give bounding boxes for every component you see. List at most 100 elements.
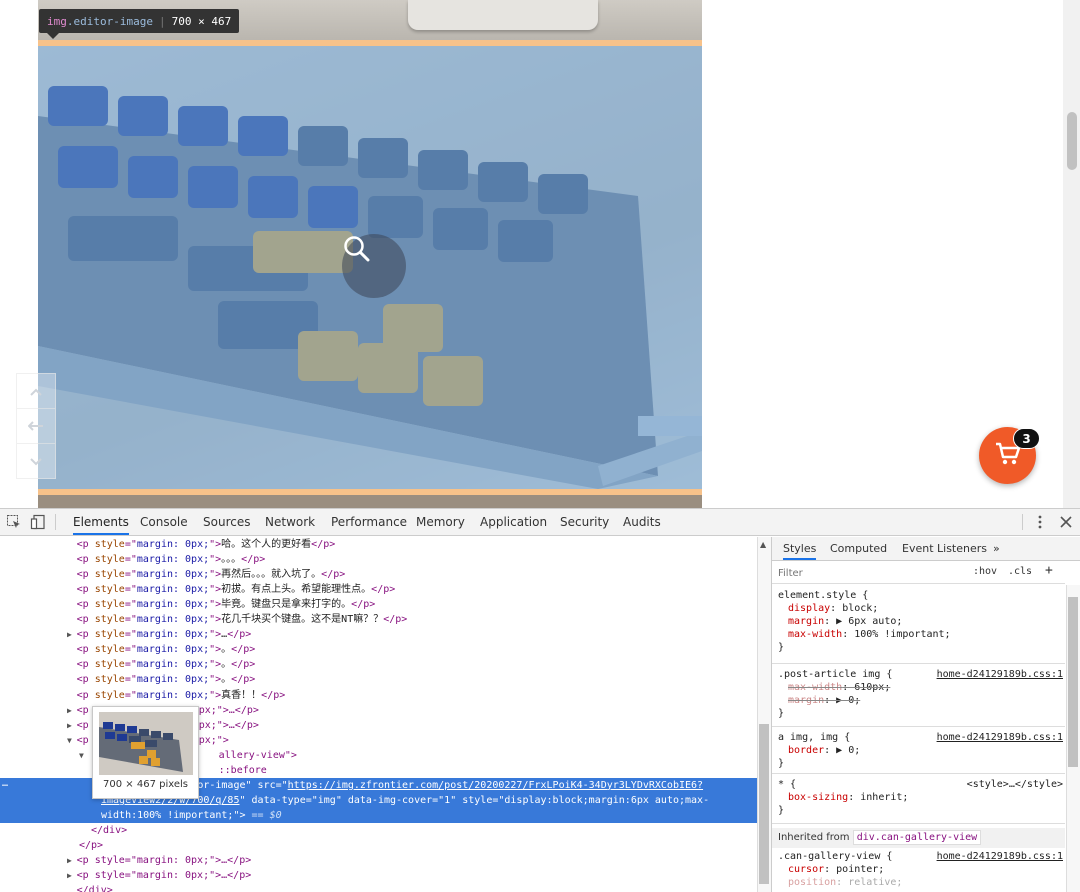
styles-filter-row: :hov .cls + <box>772 562 1065 584</box>
page-scrollbar-thumb[interactable] <box>1067 112 1077 170</box>
css-declaration[interactable]: margin: ▶ 0; <box>772 694 1065 707</box>
css-declaration[interactable]: box-sizing: inherit; <box>772 791 1065 804</box>
styles-pane: Styles Computed Event Listeners » :hov .… <box>771 537 1080 892</box>
close-icon[interactable] <box>1058 514 1074 530</box>
tab-network[interactable]: Network <box>265 509 315 535</box>
css-rule[interactable]: .post-article img {home-d24129189b.css:1… <box>772 664 1065 727</box>
image-src-link: https://img.zfrontier.com/post/20200227/… <box>287 779 704 791</box>
dom-text-5: 花几千块买个键盘。这不是NT嘛？？ <box>221 614 384 626</box>
cls-button[interactable]: .cls <box>1008 566 1032 577</box>
dom-node-line[interactable]: ▶ <p style="margin: 0px;">…</p> <box>0 627 757 642</box>
page-scrollbar[interactable] <box>1063 0 1080 508</box>
dom-node-line[interactable]: <p style="margin: 0px;">。</p> <box>0 642 757 657</box>
devtools-toolbar: Elements Console Sources Network Perform… <box>0 509 1080 536</box>
styles-filter-input[interactable] <box>776 565 961 581</box>
cart-count-badge: 3 <box>1013 428 1040 449</box>
css-rule-end: } <box>778 758 785 769</box>
css-source-link[interactable]: home-d24129189b.css:1 <box>937 731 1063 744</box>
css-declaration[interactable]: border: ▶ 0; <box>772 744 1065 757</box>
zoom-button[interactable] <box>342 234 406 298</box>
inspect-icon[interactable] <box>6 514 22 530</box>
dom-node-line[interactable]: ▶ <p style="margin: 0px;">…</p> <box>0 853 757 868</box>
tooltip-size: 700 × 467 <box>171 14 232 28</box>
tab-console[interactable]: Console <box>140 509 188 535</box>
page-viewport: img .editor-image | 700 × 467 3 <box>0 0 1080 508</box>
css-selector: a img, img {home-d24129189b.css:1 <box>778 731 1063 744</box>
css-declaration[interactable]: position: relative; <box>772 876 1065 889</box>
tab-styles[interactable]: Styles <box>783 537 817 560</box>
navigate-button[interactable] <box>17 409 55 444</box>
tab-sources[interactable]: Sources <box>203 509 250 535</box>
dom-text-10: 真香！！ <box>221 689 262 701</box>
elements-scrollbar-thumb[interactable] <box>759 724 769 884</box>
tab-event-listeners[interactable]: Event Listeners <box>902 537 987 560</box>
dom-node-line[interactable]: <p style="margin: 0px;">初拔。有点上头。希望能理性点。<… <box>0 582 757 597</box>
elements-scroll-up-arrow[interactable]: ▲ <box>760 540 766 549</box>
css-declaration[interactable]: max-width: 610px; <box>772 681 1065 694</box>
css-declaration[interactable]: margin: ▶ 6px auto; <box>772 615 1065 628</box>
dom-node-line[interactable]: <p style="margin: 0px;">真香！！</p> <box>0 688 757 703</box>
css-selector: .can-gallery-view {home-d24129189b.css:1 <box>778 850 1063 863</box>
preview-caption: 700 × 467 pixels <box>103 779 188 790</box>
device-toggle-icon[interactable] <box>30 514 46 530</box>
device-photo-edge <box>408 0 598 30</box>
scroll-down-button[interactable] <box>17 444 55 479</box>
css-rule[interactable]: * {<style>…</style> box-sizing: inherit;} <box>772 774 1065 824</box>
elements-tree[interactable]: <p style="margin: 0px;">哈。这个人的更好看</p> <p… <box>0 537 757 892</box>
css-selector: * {<style>…</style> <box>778 778 1063 791</box>
tab-computed[interactable]: Computed <box>830 537 887 560</box>
css-rule[interactable]: a img, img {home-d24129189b.css:1 border:… <box>772 727 1065 774</box>
dom-node-line[interactable]: <p style="margin: 0px;">。</p> <box>0 672 757 687</box>
scroll-up-button[interactable] <box>17 374 55 409</box>
styles-scrollbar-thumb[interactable] <box>1068 597 1078 767</box>
tab-performance[interactable]: Performance <box>331 509 407 535</box>
css-rule[interactable]: .can-gallery-view {home-d24129189b.css:1… <box>772 850 1065 892</box>
css-source-link[interactable]: home-d24129189b.css:1 <box>937 850 1063 863</box>
console-ref: == $0 <box>245 809 282 821</box>
tab-memory[interactable]: Memory <box>416 509 465 535</box>
tab-security[interactable]: Security <box>560 509 609 535</box>
chevron-down-icon <box>29 452 43 471</box>
dom-node-line[interactable]: </p> <box>0 838 757 853</box>
side-nav <box>16 373 56 479</box>
dom-text-7: 。 <box>221 644 232 656</box>
css-rule-end: } <box>778 708 785 719</box>
css-source-link[interactable]: home-d24129189b.css:1 <box>937 668 1063 681</box>
more-tabs-button[interactable]: » <box>993 537 1000 560</box>
tab-audits[interactable]: Audits <box>623 509 661 535</box>
dom-node-line[interactable]: ▶ <p style="margin: 0px;">…</p> <box>0 868 757 883</box>
css-declaration[interactable]: max-width: 100% !important; <box>772 628 1065 641</box>
inherited-element-chip[interactable]: div.can-gallery-view <box>852 830 982 845</box>
new-rule-button[interactable]: + <box>1045 563 1053 578</box>
dom-text-1: 。。。 <box>221 554 242 566</box>
arrows-icon <box>27 417 44 436</box>
dom-node-line[interactable]: <p style="margin: 0px;">毕竟。键盘只是拿来打字的。</p… <box>0 597 757 612</box>
hov-button[interactable]: :hov <box>973 566 997 577</box>
node-actions-dots[interactable]: … <box>2 778 8 789</box>
css-declaration[interactable]: display: block; <box>772 602 1065 615</box>
selected-img-node-end[interactable]: width:100% !important;"> == $0 <box>0 807 757 823</box>
inherited-label: Inherited from <box>778 832 850 843</box>
dom-node-line[interactable]: <p style="margin: 0px;">花几千块买个键盘。这不是NT嘛？… <box>0 612 757 627</box>
next-article-image <box>38 495 702 508</box>
dom-node-line[interactable]: <p style="margin: 0px;">。</p> <box>0 657 757 672</box>
chevron-up-icon <box>29 382 43 401</box>
dom-text-3: 初拔。有点上头。希望能理性点。 <box>221 584 372 596</box>
tooltip-class: .editor-image <box>66 14 153 28</box>
tab-application[interactable]: Application <box>480 509 547 535</box>
inspect-tooltip: img .editor-image | 700 × 467 <box>39 9 240 39</box>
more-vertical-icon[interactable] <box>1032 514 1048 530</box>
css-declaration[interactable]: cursor: pointer; <box>772 863 1065 876</box>
styles-tabs: Styles Computed Event Listeners » <box>772 537 1080 561</box>
css-rule[interactable]: element.style {display: block; margin: ▶ … <box>772 585 1065 664</box>
dom-node-line[interactable]: <p style="margin: 0px;">哈。这个人的更好看</p> <box>0 537 757 552</box>
dom-node-line[interactable]: </div> <box>0 823 757 838</box>
dom-node-line[interactable]: <p style="margin: 0px;">。。。</p> <box>0 552 757 567</box>
editor-image[interactable] <box>38 46 702 489</box>
image-hover-preview: 700 × 467 pixels <box>92 706 199 799</box>
css-rule-end: } <box>778 805 785 816</box>
css-source-link[interactable]: <style>…</style> <box>967 778 1063 791</box>
tab-elements[interactable]: Elements <box>73 509 129 535</box>
dom-node-line[interactable]: <p style="margin: 0px;">再然后。。。就入坑了。</p> <box>0 567 757 582</box>
dom-text-4: 毕竟。键盘只是拿来打字的。 <box>221 599 352 611</box>
